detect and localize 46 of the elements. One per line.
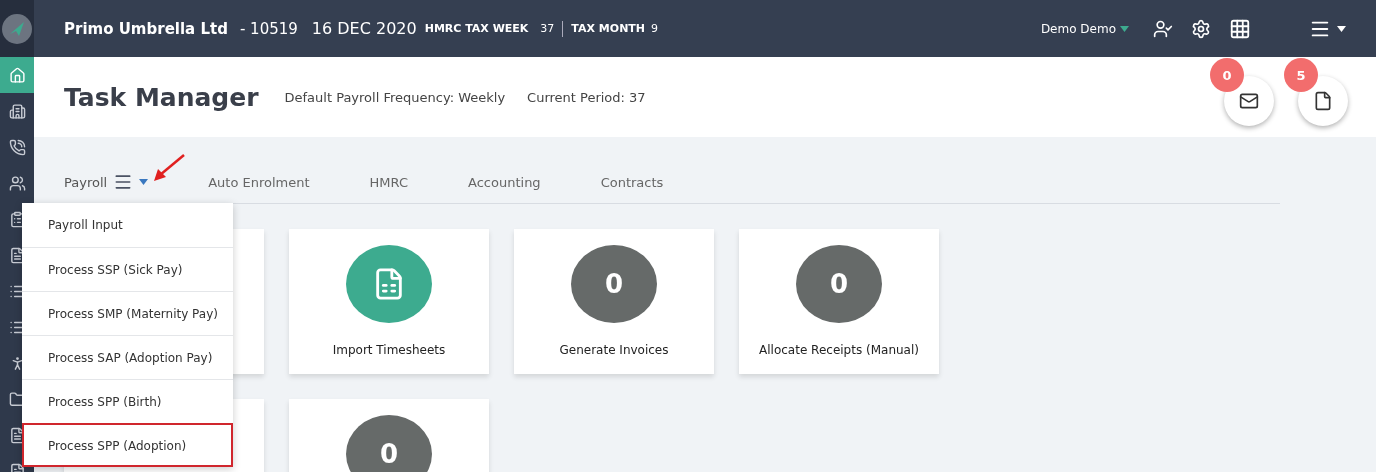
apps-button[interactable] xyxy=(1229,17,1251,40)
caret-icon xyxy=(139,179,149,185)
building-icon xyxy=(8,102,26,120)
tab[interactable]: Payroll xyxy=(64,172,149,192)
document-icon xyxy=(1313,91,1333,111)
caret-icon xyxy=(1120,25,1129,32)
users-icon xyxy=(8,174,26,192)
grid-icon xyxy=(1229,17,1251,40)
task-card[interactable]: 0 xyxy=(289,399,489,472)
tax-week-value: 37 xyxy=(540,22,555,35)
mail-icon xyxy=(1239,91,1259,111)
company-code: - 10519 xyxy=(239,19,298,38)
users-icon xyxy=(1153,18,1173,39)
task-card[interactable]: 0 Allocate Receipts (Manual) xyxy=(739,229,939,374)
settings-icon xyxy=(1191,18,1211,39)
phone-icon xyxy=(8,138,26,156)
task-count: 0 xyxy=(571,245,657,323)
caret-icon xyxy=(1337,25,1346,32)
company-name: Primo Umbrella Ltd xyxy=(64,19,228,38)
payroll-frequency: Default Payroll Frequency: Weekly xyxy=(284,89,506,105)
tax-month-value: 9 xyxy=(651,22,659,35)
header-date: 16 DEC 2020 xyxy=(311,19,417,38)
task-card[interactable]: 0 Generate Invoices xyxy=(514,229,714,374)
user-menu[interactable]: Demo Demo xyxy=(1040,21,1129,36)
tab[interactable]: Accounting xyxy=(468,174,541,190)
count-badge: 0 xyxy=(1210,58,1244,92)
menu-item[interactable]: Process SPP (Adoption) xyxy=(22,423,233,467)
team-tasks-button[interactable] xyxy=(1153,18,1173,39)
tab[interactable]: HMRC xyxy=(369,174,409,190)
task-label: Generate Invoices xyxy=(559,343,669,357)
task-count: 0 xyxy=(796,245,882,323)
current-period: Current Period: 37 xyxy=(527,89,646,105)
task-card[interactable]: Import Timesheets xyxy=(289,229,489,374)
tab[interactable]: Contracts xyxy=(600,174,664,190)
task-label: Import Timesheets xyxy=(332,343,446,357)
task-label: Allocate Receipts (Manual) xyxy=(759,343,919,357)
count-badge: 5 xyxy=(1284,58,1318,92)
task-count: 0 xyxy=(346,415,432,472)
page-title: Task Manager xyxy=(64,82,259,112)
home-icon xyxy=(8,66,26,84)
menu-item[interactable]: Payroll Input xyxy=(22,203,233,247)
tax-week-label: HMRC TAX WEEK xyxy=(424,22,529,35)
tax-month-label: TAX MONTH xyxy=(571,22,646,35)
tab[interactable]: Auto Enrolment xyxy=(208,174,310,190)
logo-icon[interactable] xyxy=(2,13,32,44)
settings-button[interactable] xyxy=(1191,18,1211,39)
